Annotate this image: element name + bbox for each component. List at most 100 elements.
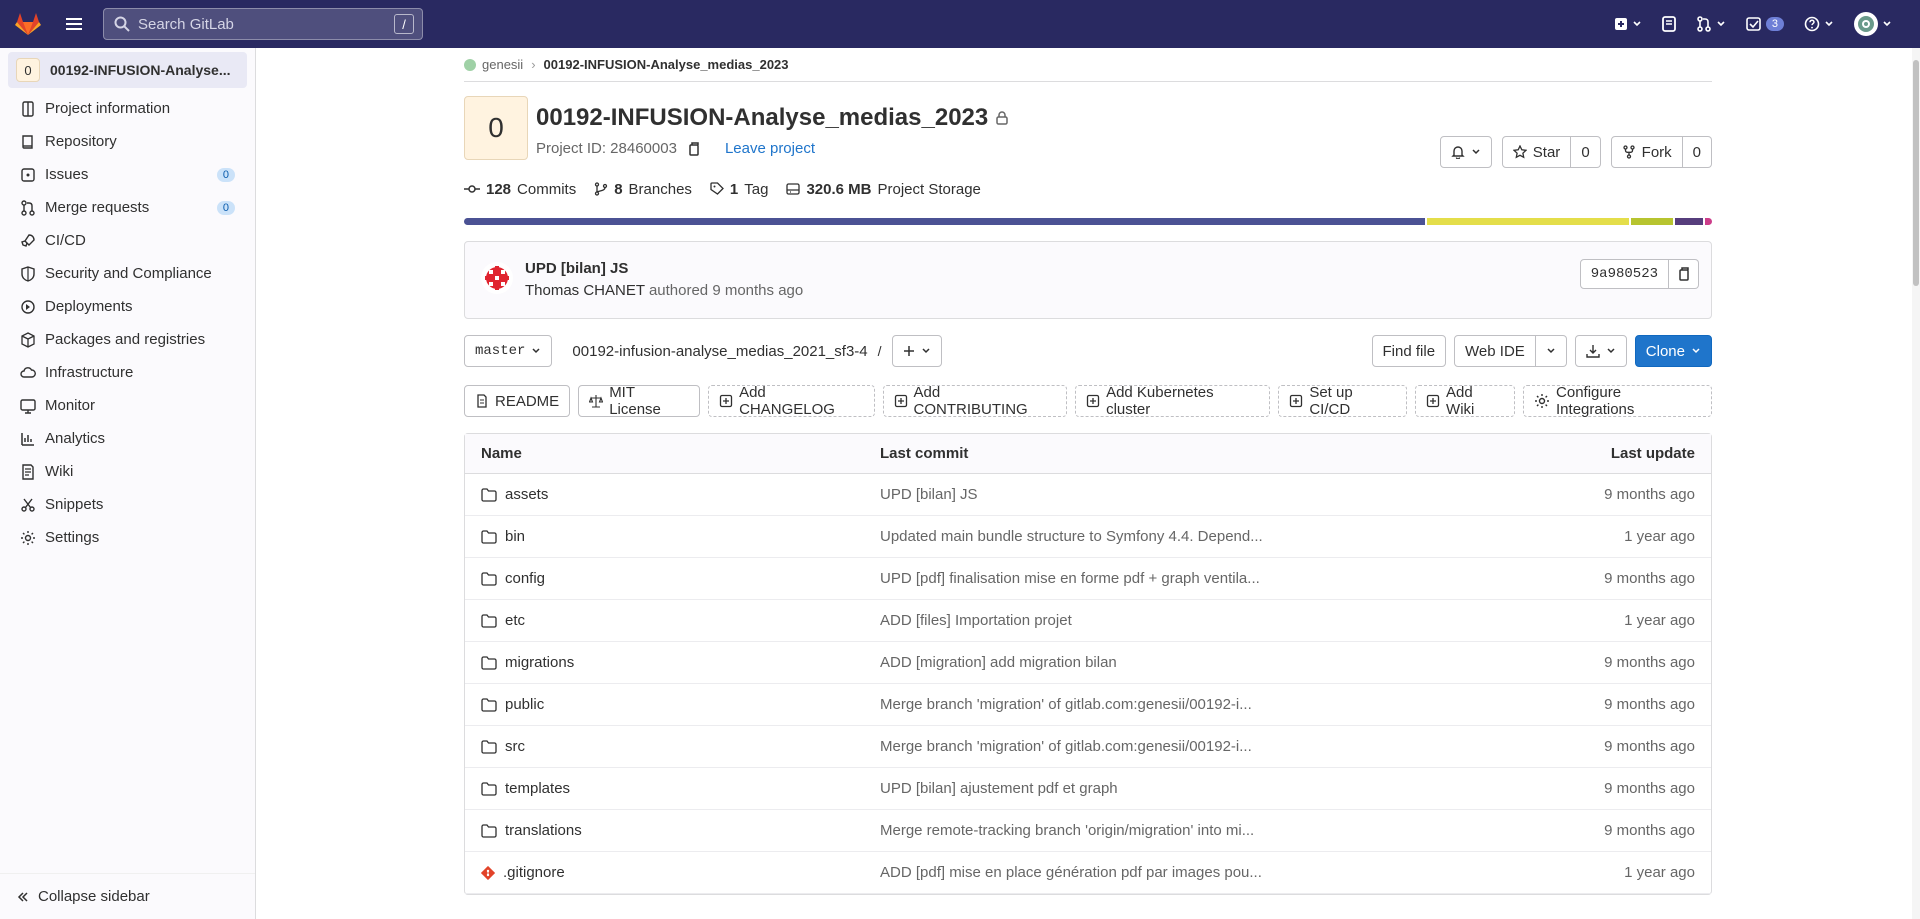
table-row[interactable]: templates UPD [bilan] ajustement pdf et g… (465, 768, 1711, 810)
sidebar-item-security-and-compliance[interactable]: Security and Compliance (0, 257, 255, 290)
table-row[interactable]: src Merge branch 'migration' of gitlab.co… (465, 726, 1711, 768)
file-commit-link[interactable]: ADD [files] Importation projet (880, 612, 1072, 629)
language-segment[interactable] (1704, 218, 1712, 225)
file-name-link[interactable]: templates (505, 780, 570, 797)
file-commit-link[interactable]: Merge branch 'migration' of gitlab.com:g… (880, 738, 1252, 755)
shortcut-add-kubernetes-cluster[interactable]: Add Kubernetes cluster (1075, 384, 1271, 418)
language-segment[interactable] (1675, 218, 1703, 225)
file-commit-link[interactable]: Merge branch 'migration' of gitlab.com:g… (880, 696, 1252, 713)
sidebar-item-wiki[interactable]: Wiki (0, 455, 255, 488)
file-name-link[interactable]: etc (505, 612, 525, 629)
sidebar-item-merge-requests[interactable]: Merge requests 0 (0, 191, 255, 224)
repository-languages-bar[interactable] (464, 218, 1712, 225)
file-name-link[interactable]: config (505, 570, 545, 587)
search-icon (114, 16, 130, 32)
table-row[interactable]: etc ADD [files] Importation projet 1 year … (465, 600, 1711, 642)
language-segment[interactable] (464, 218, 1425, 225)
issues-nav[interactable] (1661, 16, 1676, 32)
collapse-sidebar-button[interactable]: Collapse sidebar (0, 873, 255, 919)
language-segment[interactable] (1631, 218, 1674, 225)
leave-project-link[interactable]: Leave project (725, 140, 815, 157)
web-ide-button[interactable]: Web IDE (1454, 335, 1536, 367)
find-file-button[interactable]: Find file (1371, 335, 1447, 367)
clone-dropdown[interactable]: Clone (1634, 335, 1712, 367)
file-commit-link[interactable]: Merge remote-tracking branch 'origin/mig… (880, 822, 1254, 839)
sidebar-item-project-information[interactable]: Project information (0, 92, 255, 125)
file-commit-link[interactable]: ADD [migration] add migration bilan (880, 654, 1117, 671)
hamburger-menu-icon[interactable] (58, 8, 90, 40)
sidebar-project-header[interactable]: 0 00192-INFUSION-Analyse... (8, 52, 247, 88)
file-name-link[interactable]: assets (505, 486, 548, 503)
branch-selector[interactable]: master (464, 335, 553, 367)
file-name-link[interactable]: .gitignore (503, 864, 565, 881)
shortcut-mit-license[interactable]: MIT License (578, 384, 701, 418)
shortcut-add-contributing[interactable]: Add CONTRIBUTING (882, 384, 1068, 418)
copy-sha-button[interactable] (1669, 259, 1699, 289)
todos-nav[interactable]: 3 (1746, 16, 1784, 32)
sidebar-item-settings[interactable]: Settings (0, 521, 255, 554)
add-to-tree-dropdown[interactable] (891, 335, 942, 367)
file-name-link[interactable]: src (505, 738, 525, 755)
table-row[interactable]: translations Merge remote-tracking branch… (465, 810, 1711, 852)
page-scrollbar[interactable] (1912, 48, 1920, 919)
help-dropdown[interactable] (1804, 16, 1834, 32)
fork-count[interactable]: 0 (1682, 136, 1712, 168)
tags-stat[interactable]: 1 Tag (710, 181, 768, 198)
sidebar-item-ci-cd[interactable]: CI/CD (0, 224, 255, 257)
sidebar-item-infrastructure[interactable]: Infrastructure (0, 356, 255, 389)
table-row[interactable]: .gitignore ADD [pdf] mise en place généra… (465, 852, 1711, 894)
notification-dropdown[interactable] (1439, 136, 1492, 168)
scrollbar-thumb[interactable] (1913, 60, 1919, 286)
shortcut-readme[interactable]: README (464, 385, 571, 417)
web-ide-dropdown[interactable] (1535, 335, 1567, 367)
sidebar-item-monitor[interactable]: Monitor (0, 389, 255, 422)
breadcrumb-namespace[interactable]: genesii (482, 57, 523, 72)
table-row[interactable]: migrations ADD [migration] add migration … (465, 642, 1711, 684)
search-input[interactable]: Search GitLab / (103, 8, 423, 40)
merge-requests-nav[interactable] (1696, 16, 1726, 32)
download-dropdown[interactable] (1574, 335, 1627, 367)
table-row[interactable]: assets UPD [bilan] JS 9 months ago (465, 474, 1711, 516)
sidebar-item-issues[interactable]: Issues 0 (0, 158, 255, 191)
storage-stat[interactable]: 320.6 MB Project Storage (786, 181, 981, 198)
lock-icon (996, 111, 1008, 125)
file-commit-link[interactable]: UPD [pdf] finalisation mise en forme pdf… (880, 570, 1260, 587)
commits-stat[interactable]: 128 Commits (464, 181, 576, 198)
sidebar-item-packages-and-registries[interactable]: Packages and registries (0, 323, 255, 356)
commit-title[interactable]: UPD [bilan] JS (525, 260, 628, 277)
copy-icon[interactable] (687, 141, 701, 157)
shortcut-add-changelog[interactable]: Add CHANGELOG (708, 384, 875, 418)
repository-path[interactable]: 00192-infusion-analyse_medias_2021_sf3-4 (572, 343, 867, 360)
create-new-dropdown[interactable] (1614, 17, 1642, 31)
sidebar-item-analytics[interactable]: Analytics (0, 422, 255, 455)
table-row[interactable]: bin Updated main bundle structure to Symf… (465, 516, 1711, 558)
file-name-link[interactable]: bin (505, 528, 525, 545)
sidebar-item-snippets[interactable]: Snippets (0, 488, 255, 521)
commit-sha[interactable]: 9a980523 (1579, 259, 1669, 289)
table-row[interactable]: public Merge branch 'migration' of gitlab… (465, 684, 1711, 726)
sidebar-item-deployments[interactable]: Deployments (0, 290, 255, 323)
file-commit-link[interactable]: UPD [bilan] ajustement pdf et graph (880, 780, 1118, 797)
star-button[interactable]: Star (1501, 136, 1572, 168)
breadcrumb-project[interactable]: 00192-INFUSION-Analyse_medias_2023 (544, 57, 789, 72)
file-commit-link[interactable]: UPD [bilan] JS (880, 486, 978, 503)
file-name-link[interactable]: translations (505, 822, 582, 839)
file-commit-link[interactable]: Updated main bundle structure to Symfony… (880, 528, 1263, 545)
file-name-link[interactable]: migrations (505, 654, 574, 671)
branches-stat[interactable]: 8 Branches (594, 181, 692, 198)
star-count[interactable]: 0 (1571, 136, 1601, 168)
sidebar-item-repository[interactable]: Repository (0, 125, 255, 158)
shortcut-set-up-ci-cd[interactable]: Set up CI/CD (1278, 384, 1408, 418)
fork-button[interactable]: Fork (1610, 136, 1683, 168)
table-row[interactable]: config UPD [pdf] finalisation mise en for… (465, 558, 1711, 600)
language-segment[interactable] (1427, 218, 1630, 225)
shortcut-add-wiki[interactable]: Add Wiki (1415, 384, 1516, 418)
file-commit-link[interactable]: ADD [pdf] mise en place génération pdf p… (880, 864, 1262, 881)
gitlab-logo-icon[interactable] (14, 10, 42, 38)
commit-author-avatar[interactable] (481, 262, 513, 294)
file-name-link[interactable]: public (505, 696, 544, 713)
sidebar-item-label: Repository (45, 133, 117, 150)
shortcut-configure-integrations[interactable]: Configure Integrations (1523, 384, 1713, 418)
user-menu[interactable] (1854, 12, 1892, 36)
commit-author[interactable]: Thomas CHANET (525, 282, 645, 299)
